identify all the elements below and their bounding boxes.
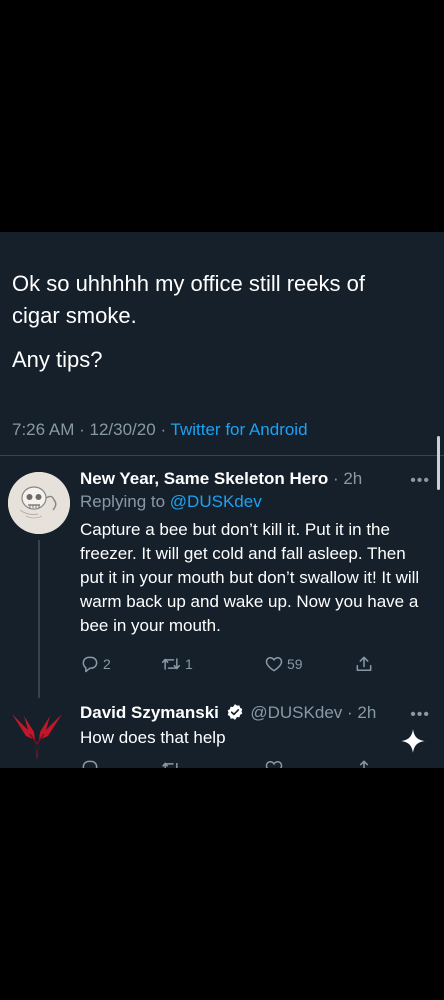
divider xyxy=(0,455,444,456)
reply-text: Capture a bee but don’t kill it. Put it … xyxy=(80,520,420,635)
thread-line xyxy=(38,540,40,698)
heart-icon xyxy=(265,760,283,768)
reply-time: · 2h xyxy=(332,469,363,488)
replying-prefix: Replying to xyxy=(80,492,166,511)
tweet-text-line: cigar smoke. xyxy=(12,303,137,328)
display-name[interactable]: David Szymanski xyxy=(80,703,219,722)
reply-tweet[interactable]: David Szymanski @DUSKdev · 2h How does t… xyxy=(80,702,420,750)
share-icon xyxy=(356,656,372,671)
scrollbar-thumb[interactable] xyxy=(437,436,440,490)
tweet-meta: 7:26 AM · 12/30/20 · Twitter for Android xyxy=(12,420,308,440)
reply-count: 2 xyxy=(103,656,111,672)
replying-to: Replying to @DUSKdev xyxy=(80,490,420,514)
reply-time: · 2h xyxy=(347,703,377,722)
sparkle-icon xyxy=(401,729,425,753)
tweet-time: 7:26 AM xyxy=(12,420,75,439)
reply-button[interactable]: 2 xyxy=(80,654,111,674)
reply-tweet[interactable]: New Year, Same Skeleton Hero · 2h Replyi… xyxy=(80,468,420,638)
reply-actions-partial xyxy=(80,758,380,768)
display-name[interactable]: New Year, Same Skeleton Hero xyxy=(80,469,328,488)
verified-badge-icon xyxy=(227,704,242,720)
reply-header: David Szymanski @DUSKdev · 2h xyxy=(80,702,420,724)
reply-button[interactable] xyxy=(80,758,100,768)
heart-icon xyxy=(265,657,283,672)
like-button[interactable]: 59 xyxy=(264,654,303,674)
meta-separator: · xyxy=(79,420,85,439)
skeleton-avatar-icon xyxy=(8,472,70,534)
retweet-button[interactable] xyxy=(160,758,182,768)
replying-handle-link[interactable]: @DUSKdev xyxy=(170,492,262,511)
tweet-text-line: Any tips? xyxy=(12,347,103,372)
avatar[interactable] xyxy=(8,706,66,764)
more-options-icon[interactable]: ••• xyxy=(410,706,430,724)
tweet-text-line: Ok so uhhhhh my office still reeks of xyxy=(12,271,365,296)
reply-text: How does that help xyxy=(80,728,226,747)
share-icon xyxy=(359,760,369,768)
retweet-icon xyxy=(162,762,178,768)
user-handle[interactable]: @DUSKdev xyxy=(250,703,342,722)
tweet-source-link[interactable]: Twitter for Android xyxy=(171,420,308,439)
reply-icon xyxy=(82,760,98,768)
reply-actions: 2 1 59 xyxy=(80,654,380,678)
tweet-thread-screen: Ok so uhhhhh my office still reeks of ci… xyxy=(0,232,444,768)
more-options-icon[interactable]: ••• xyxy=(410,472,430,490)
retweet-button[interactable]: 1 xyxy=(160,654,193,674)
share-button[interactable] xyxy=(354,654,374,674)
meta-separator: · xyxy=(160,420,167,439)
reply-icon xyxy=(82,656,98,673)
main-tweet: Ok so uhhhhh my office still reeks of ci… xyxy=(12,268,432,376)
tweet-date: 12/30/20 xyxy=(89,420,156,439)
like-button[interactable] xyxy=(264,758,284,768)
compose-fab[interactable] xyxy=(400,728,426,759)
avatar[interactable] xyxy=(8,472,70,534)
like-count: 59 xyxy=(287,656,303,672)
reply-header: New Year, Same Skeleton Hero · 2h xyxy=(80,468,420,490)
red-demon-logo-icon xyxy=(12,714,62,760)
retweet-icon xyxy=(161,658,181,670)
share-button[interactable] xyxy=(354,758,374,768)
retweet-count: 1 xyxy=(185,656,193,672)
